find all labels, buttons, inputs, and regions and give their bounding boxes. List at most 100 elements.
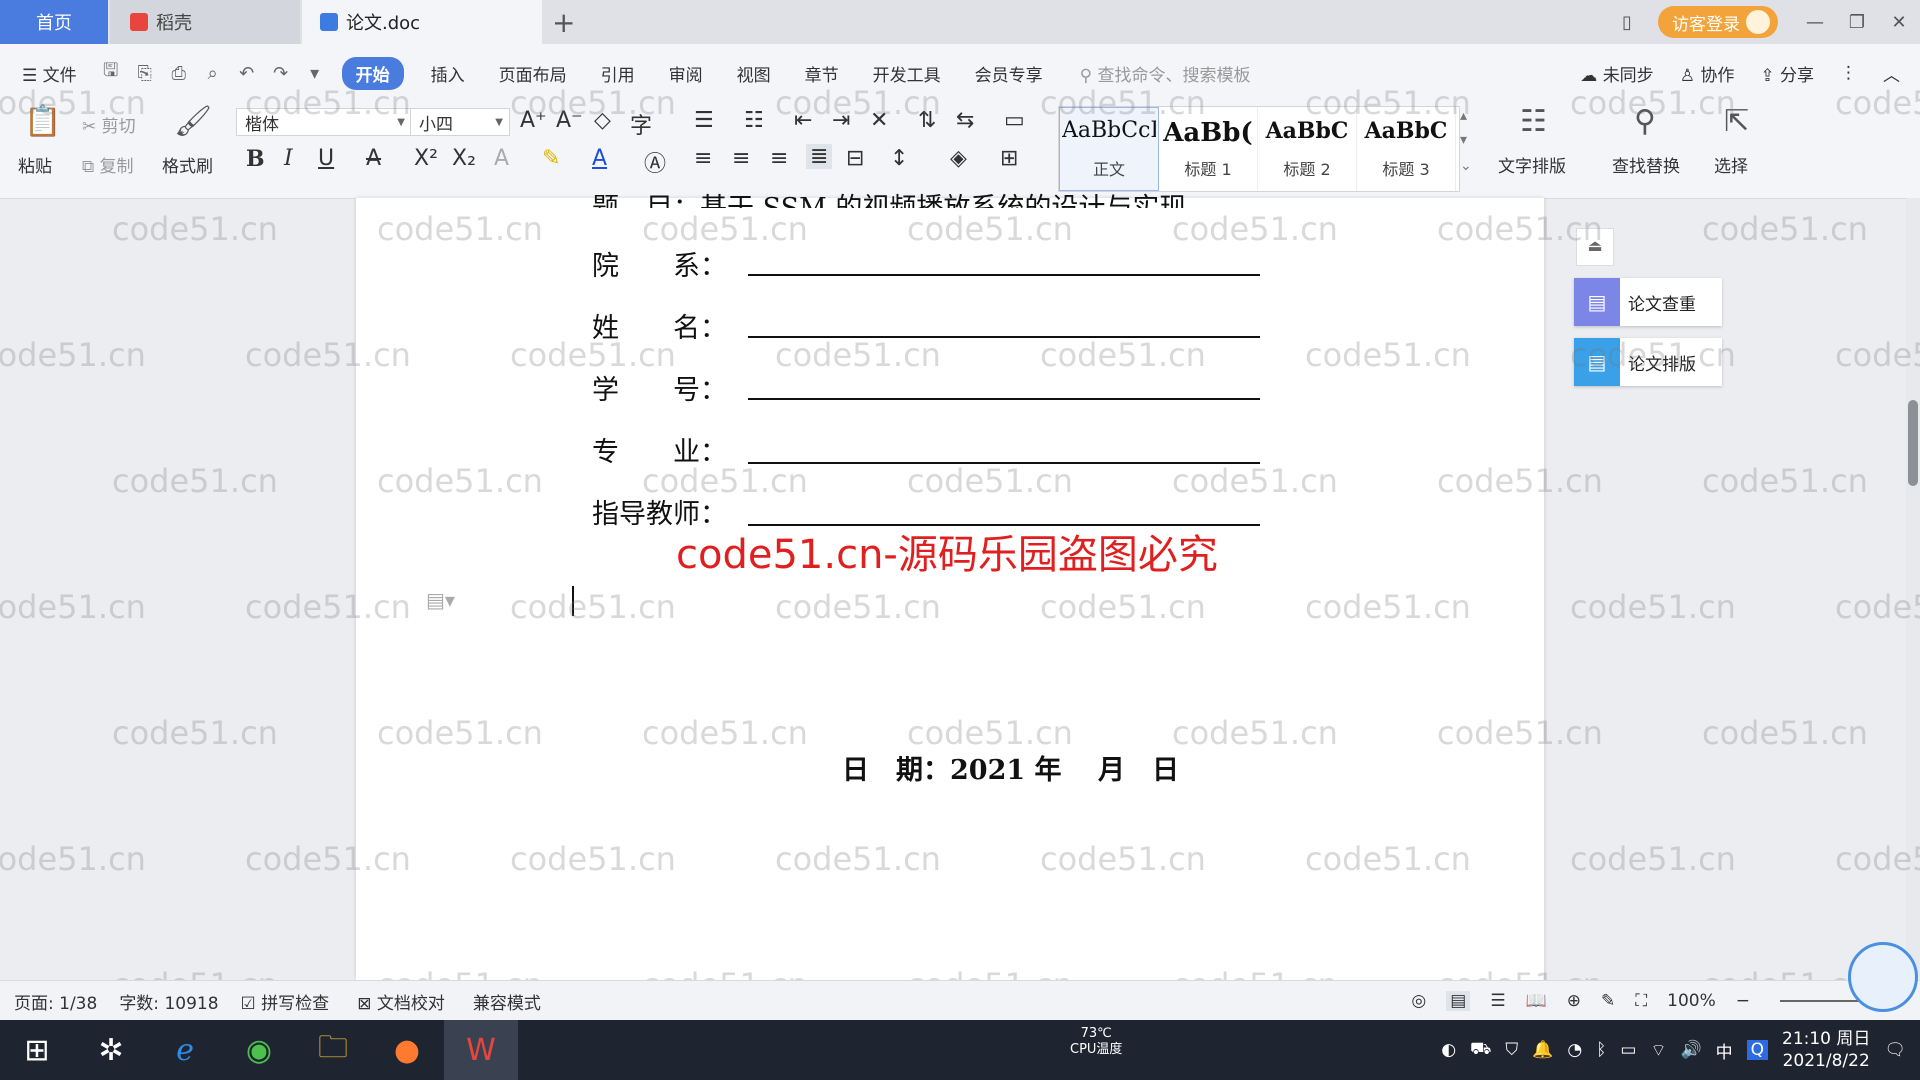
read-view-icon[interactable]: 📖 xyxy=(1526,991,1547,1011)
page-indicator[interactable]: 页面: 1/38 xyxy=(14,989,97,1014)
highlight-icon[interactable]: ✎ xyxy=(542,146,560,171)
font-color-icon[interactable]: A xyxy=(592,146,607,171)
tab-references[interactable]: 引用 xyxy=(601,61,635,86)
plagiarism-check-button[interactable]: ▤ 论文查重 xyxy=(1574,278,1722,326)
paste-icon[interactable]: 📋 xyxy=(24,104,61,139)
decrease-indent-icon[interactable]: ⇤ xyxy=(794,108,812,133)
document-page[interactable] xyxy=(356,198,1544,980)
notification-icon[interactable]: 🗨 xyxy=(1884,1040,1906,1060)
subscript-icon[interactable]: X₂ xyxy=(452,146,476,171)
vertical-scrollbar[interactable] xyxy=(1906,198,1920,980)
spell-check-button[interactable]: ☑ 拼写检查 xyxy=(241,989,330,1014)
ie-browser-icon[interactable]: ℯ xyxy=(148,1020,222,1080)
style-normal[interactable]: AaBbCcI 正文 xyxy=(1059,107,1159,191)
distribute-icon[interactable]: ⊟ xyxy=(846,146,864,171)
paste-button[interactable]: 粘贴 xyxy=(18,152,52,177)
outline-view-icon[interactable]: ☰ xyxy=(1490,991,1505,1011)
find-replace-button[interactable]: 查找替换 xyxy=(1612,152,1680,177)
line-spacing-icon[interactable]: ↕ xyxy=(890,146,908,171)
tab-insert[interactable]: 插入 xyxy=(431,61,465,86)
style-heading-3[interactable]: AaBbC 标题 3 xyxy=(1357,107,1456,191)
sort-icon[interactable]: ⇅ xyxy=(918,108,936,133)
zoom-level[interactable]: 100% xyxy=(1667,991,1716,1011)
text-layout-button[interactable]: 文字排版 xyxy=(1498,152,1566,177)
select-button[interactable]: 选择 xyxy=(1714,152,1748,177)
tray-bell-icon[interactable]: 🔔 xyxy=(1532,1040,1553,1060)
underline-icon[interactable]: U xyxy=(318,146,334,171)
justify-icon[interactable]: ≣ xyxy=(806,144,833,169)
ruler-icon[interactable]: ▭ xyxy=(1004,108,1025,133)
font-size-select[interactable]: 小四 ▼ xyxy=(410,108,510,136)
thesis-format-button[interactable]: ▤ 论文排版 xyxy=(1574,338,1722,386)
more-icon[interactable]: ⋮ xyxy=(1840,63,1857,83)
collapse-ribbon-icon[interactable]: ︿ xyxy=(1883,61,1900,86)
save-icon[interactable]: 🖫 xyxy=(94,58,128,88)
font-name-select[interactable]: 楷体 ▼ xyxy=(236,108,412,136)
bold-icon[interactable]: B xyxy=(246,146,265,172)
text-effect-icon[interactable]: A xyxy=(494,146,509,171)
proofread-button[interactable]: ⊠ 文档校对 xyxy=(357,989,445,1014)
shading-icon[interactable]: ◈ xyxy=(950,146,967,171)
tray-volume-icon[interactable]: 🔊 xyxy=(1680,1040,1701,1060)
superscript-icon[interactable]: X² xyxy=(414,146,438,171)
tab-start[interactable]: 开始 xyxy=(341,56,404,90)
write-view-icon[interactable]: ✎ xyxy=(1601,991,1615,1011)
tray-battery-icon[interactable]: ▭ xyxy=(1620,1040,1636,1060)
app-pinwheel-icon[interactable]: ✲ xyxy=(74,1020,148,1080)
tab-member[interactable]: 会员专享 xyxy=(975,61,1043,86)
style-more-icon[interactable]: ⌄ xyxy=(1460,158,1472,174)
system-clock[interactable]: 21:10 周日 2021/8/22 xyxy=(1782,1028,1870,1072)
browser-360-icon[interactable]: ◉ xyxy=(222,1020,296,1080)
text-direction-icon[interactable]: ✕ xyxy=(870,108,888,133)
eye-protect-icon[interactable]: ◎ xyxy=(1411,991,1426,1011)
style-scroll-down-icon[interactable]: ▾ xyxy=(1460,132,1467,148)
style-scroll-up-icon[interactable]: ▴ xyxy=(1460,108,1467,124)
tab-developer[interactable]: 开发工具 xyxy=(873,61,941,86)
italic-icon[interactable]: I xyxy=(284,146,293,171)
align-center-icon[interactable]: ≡ xyxy=(732,146,750,171)
show-marks-icon[interactable]: ⇆ xyxy=(956,108,974,133)
tab-document[interactable]: 论文.doc xyxy=(302,0,542,44)
text-layout-icon[interactable]: ☷ xyxy=(1520,104,1547,139)
align-right-icon[interactable]: ≡ xyxy=(770,146,788,171)
file-menu[interactable]: ☰ 文件 xyxy=(22,61,77,86)
tray-shield-icon[interactable]: ⛉ xyxy=(1505,1040,1518,1060)
new-tab-button[interactable]: + xyxy=(552,6,575,39)
borders-icon[interactable]: ⊞ xyxy=(1000,146,1018,171)
phonetic-icon[interactable]: 字 xyxy=(630,108,652,140)
grow-font-icon[interactable]: A⁺ xyxy=(520,108,547,133)
file-explorer-icon[interactable]: 🗀 xyxy=(296,1020,370,1080)
shrink-font-icon[interactable]: A⁻ xyxy=(556,108,583,133)
print-icon[interactable]: ⎙ xyxy=(162,63,196,84)
tray-network-app-icon[interactable]: ⛟ xyxy=(1470,1039,1491,1061)
media-player-icon[interactable]: ● xyxy=(370,1020,444,1080)
tray-wifi-icon[interactable]: ⌔ xyxy=(1650,1040,1666,1061)
wps-taskbar-icon[interactable]: W xyxy=(444,1020,518,1080)
tray-bluetooth-icon[interactable]: ᛒ xyxy=(1596,1040,1606,1060)
redo-icon[interactable]: ↷ xyxy=(264,63,298,84)
tab-review[interactable]: 审阅 xyxy=(669,61,703,86)
tray-qq-icon[interactable]: ◔ xyxy=(1567,1040,1582,1060)
format-painter-button[interactable]: 格式刷 xyxy=(162,152,213,177)
paragraph-handle-icon[interactable]: ▤▾ xyxy=(426,588,455,612)
print-preview-icon[interactable]: ⌕ xyxy=(196,63,230,84)
cut-button[interactable]: ✂ 剪切 xyxy=(82,112,136,137)
collab-button[interactable]: ♙ 协作 xyxy=(1680,61,1735,86)
sync-button[interactable]: ☁ 未同步 xyxy=(1580,61,1653,86)
tab-chapter[interactable]: 章节 xyxy=(805,61,839,86)
char-border-icon[interactable]: Ⓐ xyxy=(644,146,666,178)
select-cursor-icon[interactable]: ⇱ xyxy=(1724,104,1749,139)
tray-app-icon[interactable]: ◐ xyxy=(1441,1040,1456,1060)
strikethrough-icon[interactable]: A xyxy=(366,146,381,171)
tab-view[interactable]: 视图 xyxy=(737,61,771,86)
fit-page-icon[interactable]: ⛶ xyxy=(1635,991,1647,1011)
customize-chevron-icon[interactable]: ▾ xyxy=(298,63,332,84)
tab-docer[interactable]: 稻壳 xyxy=(110,0,300,44)
layout-icon[interactable]: ▯ xyxy=(1606,12,1648,33)
restore-button[interactable]: ❐ xyxy=(1836,12,1878,33)
close-button[interactable]: ✕ xyxy=(1878,12,1920,33)
align-left-icon[interactable]: ≡ xyxy=(694,146,712,171)
windows-start-icon[interactable]: ⊞ xyxy=(0,1020,74,1080)
increase-indent-icon[interactable]: ⇥ xyxy=(832,108,850,133)
style-heading-1[interactable]: AaBb(标题 1 xyxy=(1159,107,1258,191)
